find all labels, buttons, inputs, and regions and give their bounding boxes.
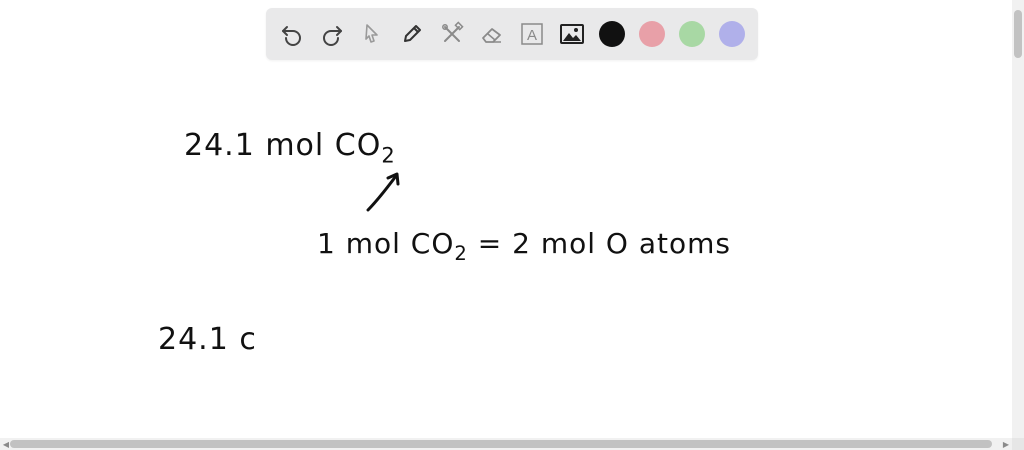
line2-suffix: = 2 mol O atoms — [467, 227, 731, 260]
eraser-icon — [482, 28, 501, 43]
whiteboard-canvas[interactable]: 24.1 mol CO2 1 mol CO2 = 2 mol O atoms 2… — [0, 62, 1012, 438]
line1-subscript: 2 — [381, 143, 396, 168]
color-black-swatch[interactable] — [599, 21, 625, 47]
line2-subscript: 2 — [454, 241, 468, 265]
image-icon — [560, 24, 584, 44]
scroll-right-icon[interactable]: ▶ — [1001, 439, 1011, 449]
text-tool-glyph: A — [527, 27, 537, 44]
redo-icon — [323, 26, 342, 46]
eraser-tool[interactable] — [476, 18, 508, 50]
tools-icon — [442, 21, 464, 42]
image-tool[interactable] — [556, 18, 588, 50]
handwritten-line-2: 1 mol CO2 = 2 mol O atoms — [317, 227, 731, 265]
text-tool[interactable]: A — [516, 18, 548, 50]
text-icon: A — [521, 23, 543, 45]
drawing-toolbar: A — [266, 8, 758, 60]
handwritten-arrow — [366, 172, 400, 212]
line2-prefix: 1 mol CO — [317, 227, 455, 260]
pen-icon — [404, 25, 421, 42]
line1-text: 24.1 mol CO — [184, 128, 382, 163]
horizontal-scrollbar[interactable]: ◀ ▶ — [0, 438, 1012, 450]
pointer-icon — [365, 24, 378, 43]
handwritten-line-1: 24.1 mol CO2 — [184, 128, 396, 167]
color-blue-swatch[interactable] — [719, 21, 745, 47]
pen-tool[interactable] — [396, 18, 428, 50]
color-green-swatch[interactable] — [679, 21, 705, 47]
pointer-tool[interactable] — [356, 18, 388, 50]
vertical-scroll-thumb[interactable] — [1014, 10, 1022, 58]
scrollbar-corner — [1012, 438, 1024, 450]
color-red-swatch[interactable] — [639, 21, 665, 47]
redo-button[interactable] — [316, 18, 348, 50]
undo-icon — [282, 26, 301, 46]
undo-button[interactable] — [276, 18, 308, 50]
vertical-scrollbar[interactable] — [1012, 0, 1024, 438]
tools-button[interactable] — [436, 18, 468, 50]
handwritten-line-3: 24.1 c — [158, 322, 257, 357]
horizontal-scroll-thumb[interactable] — [10, 440, 992, 448]
